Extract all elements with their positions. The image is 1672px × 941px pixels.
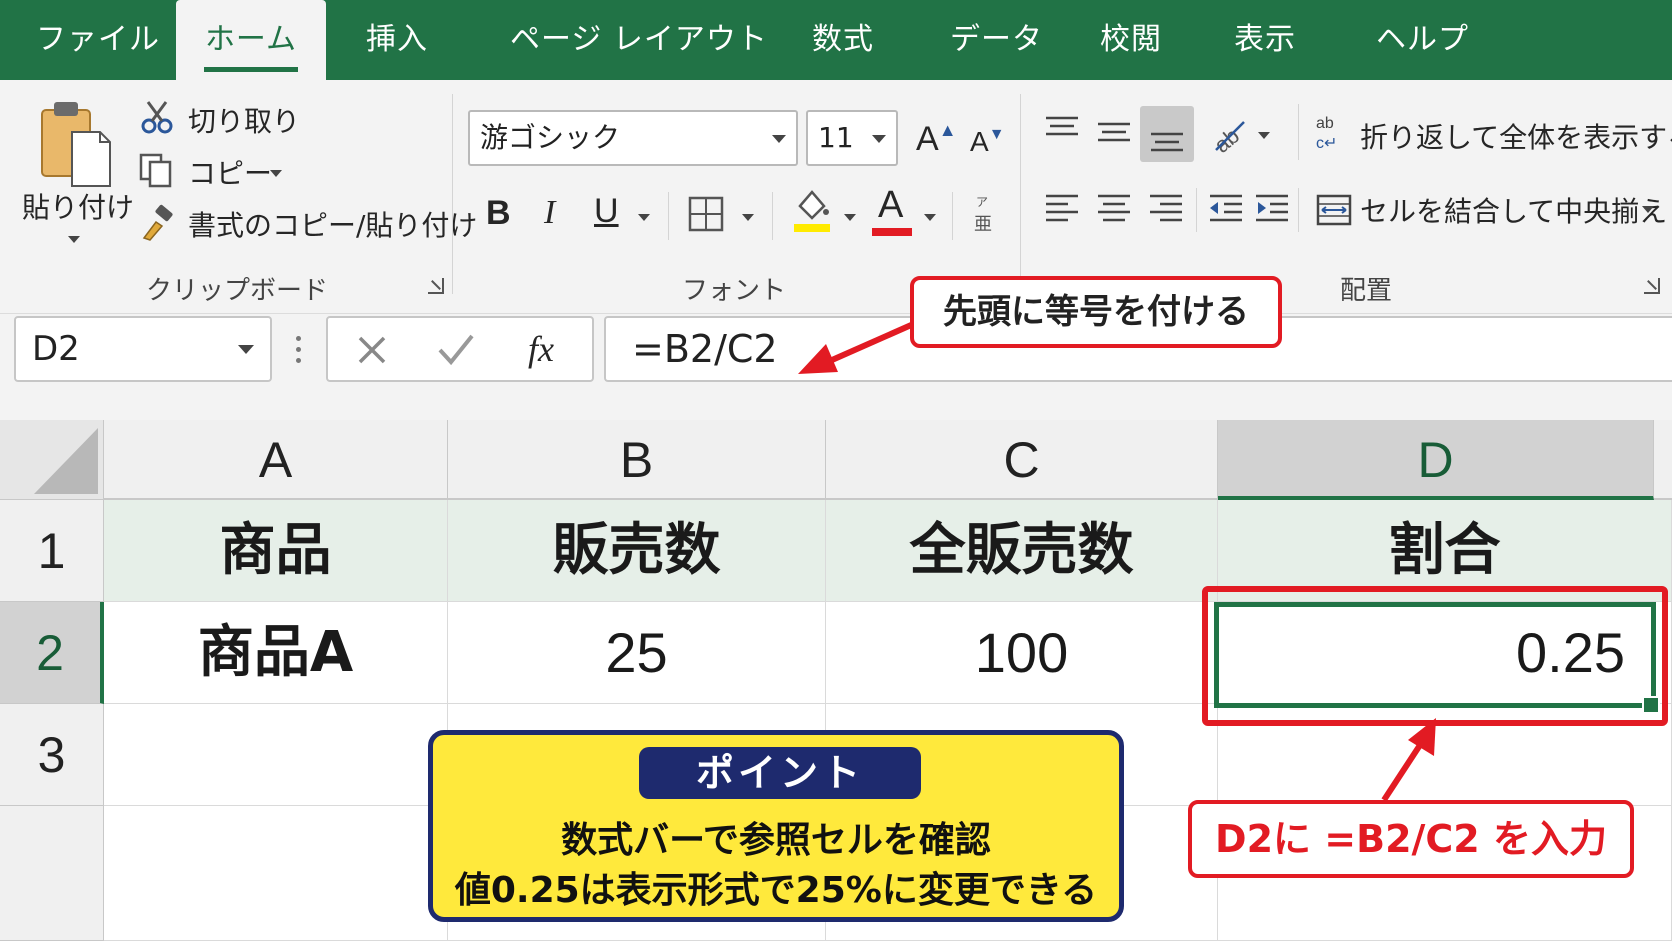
cell-highlight-box <box>1202 586 1668 726</box>
formula-callout: 先頭に等号を付ける <box>910 276 1282 348</box>
point-title: ポイント <box>639 747 921 799</box>
cell-callout-arrow <box>1381 718 1436 802</box>
formula-callout-arrow <box>798 319 920 374</box>
point-line-1: 数式バーで参照セルを確認 <box>561 820 991 861</box>
point-line-2: 値0.25は表示形式で25%に変更できる <box>454 870 1098 911</box>
cell-callout: D2に =B2/C2 を入力 <box>1188 800 1634 878</box>
point-box: ポイント 数式バーで参照セルを確認 値0.25は表示形式で25%に変更できる <box>428 730 1124 922</box>
